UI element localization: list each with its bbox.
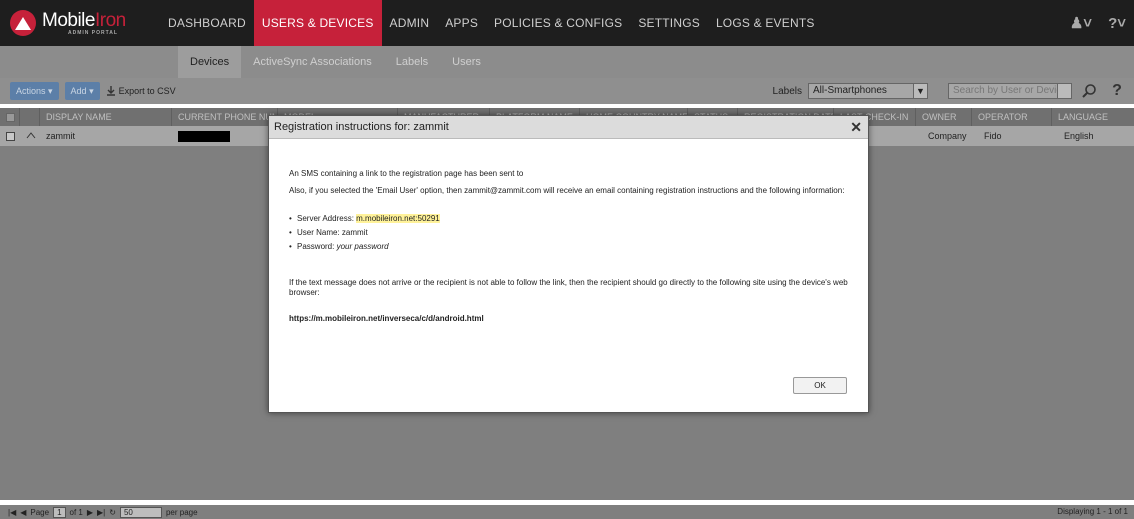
column-phone-number[interactable]: CURRENT PHONE NUMBER — [172, 108, 278, 126]
column-owner[interactable]: OWNER — [916, 108, 972, 126]
registration-instructions-dialog: Registration instructions for: zammit ✕ … — [268, 115, 869, 413]
tab-labels[interactable]: Labels — [384, 46, 440, 78]
export-csv-button[interactable]: Export to CSV — [106, 86, 176, 96]
logo-word-mobile: Mobile — [42, 9, 95, 31]
list-item: Password: your password — [289, 242, 848, 252]
cell-language: English — [1064, 131, 1094, 141]
tab-activesync-associations[interactable]: ActiveSync Associations — [241, 46, 384, 78]
list-item: User Name: zammit — [289, 228, 848, 238]
search-icon[interactable] — [1078, 80, 1100, 102]
displaying-count: Displaying 1 - 1 of 1 — [1057, 507, 1128, 516]
cell-display-name: zammit — [46, 131, 75, 141]
logo-mark-icon — [10, 10, 36, 36]
refresh-icon[interactable]: ↻ — [109, 508, 116, 517]
page-of-label: of 1 — [69, 507, 83, 517]
page-input[interactable]: 1 — [53, 506, 66, 518]
per-page-select[interactable]: 50 — [119, 506, 162, 518]
sub-navigation: Devices ActiveSync Associations Labels U… — [0, 46, 1134, 78]
nav-apps[interactable]: APPS — [437, 0, 486, 46]
page-label: Page — [30, 507, 50, 517]
registration-url: https://m.mobileiron.net/inverseca/c/d/a… — [289, 314, 484, 323]
mobileiron-logo[interactable]: MobileIron ADMIN PORTAL — [0, 0, 160, 46]
ok-button[interactable]: OK — [793, 377, 847, 394]
pagination-bar: |◀ ◀ Page 1 of 1 ▶ ▶| ↻ 50 per page Disp… — [0, 505, 1134, 519]
add-button[interactable]: Add ▾ — [64, 82, 100, 100]
nav-dashboard[interactable]: DASHBOARD — [160, 0, 254, 46]
column-display-name[interactable]: DISPLAY NAME — [40, 108, 172, 126]
dialog-title: Registration instructions for: zammit — [274, 121, 449, 133]
nav-policies-configs[interactable]: POLICIES & CONFIGS — [486, 0, 630, 46]
cell-phone-number-redacted — [172, 126, 278, 146]
logo-subtitle: ADMIN PORTAL — [68, 29, 118, 36]
per-page-label: per page — [165, 507, 198, 517]
prev-page-icon[interactable]: ◀ — [20, 508, 26, 517]
help-menu-icon[interactable]: ?˅ — [1108, 15, 1126, 32]
last-page-icon[interactable]: ▶| — [97, 508, 105, 517]
dialog-header: Registration instructions for: zammit ✕ — [269, 116, 868, 139]
cell-owner: Company — [928, 131, 967, 141]
top-navigation-bar: MobileIron ADMIN PORTAL DASHBOARD USERS … — [0, 0, 1134, 46]
device-toolbar: Actions ▾ Add ▾ Export to CSV Labels All… — [0, 78, 1134, 104]
fallback-instructions-text: If the text message does not arrive or t… — [289, 278, 848, 297]
close-icon[interactable]: ✕ — [850, 119, 862, 136]
password-value: your password — [336, 242, 389, 251]
dialog-body: An SMS containing a link to the registra… — [269, 139, 868, 324]
help-icon[interactable]: ? — [1106, 80, 1128, 102]
email-info-text: Also, if you selected the 'Email User' o… — [289, 186, 845, 195]
search-input[interactable]: Search by User or Device — [948, 83, 1072, 99]
labels-label: Labels — [772, 85, 802, 97]
chevron-down-icon: ▼ — [913, 84, 927, 98]
column-language[interactable]: LANGUAGE — [1052, 108, 1134, 126]
sms-sent-text: An SMS containing a link to the registra… — [289, 169, 524, 178]
nav-settings[interactable]: SETTINGS — [630, 0, 708, 46]
cell-operator: Fido — [984, 131, 1002, 141]
nav-admin[interactable]: ADMIN — [382, 0, 438, 46]
column-operator[interactable]: OPERATOR — [972, 108, 1052, 126]
nav-users-devices[interactable]: USERS & DEVICES — [253, 0, 382, 46]
select-all-checkbox[interactable] — [0, 108, 20, 126]
tab-users[interactable]: Users — [440, 46, 493, 78]
user-menu-icon[interactable]: ♟˅ — [1070, 14, 1092, 32]
server-address-value: m.mobileiron.net:50291 — [356, 214, 440, 223]
nav-logs-events[interactable]: LOGS & EVENTS — [708, 0, 823, 46]
tab-devices[interactable]: Devices — [178, 46, 242, 78]
row-checkbox[interactable] — [0, 126, 20, 146]
labels-select[interactable]: All-Smartphones ▼ — [808, 83, 928, 99]
next-page-icon[interactable]: ▶ — [87, 508, 93, 517]
actions-button[interactable]: Actions ▾ — [10, 82, 59, 100]
download-icon — [106, 86, 115, 96]
first-page-icon[interactable]: |◀ — [8, 508, 16, 517]
credentials-list: Server Address: m.mobileiron.net:50291 U… — [289, 214, 848, 252]
search-small-icon[interactable] — [1057, 84, 1071, 98]
logo-word-iron: Iron — [94, 9, 126, 31]
expand-icon[interactable] — [20, 126, 40, 146]
list-item: Server Address: m.mobileiron.net:50291 — [289, 214, 848, 224]
